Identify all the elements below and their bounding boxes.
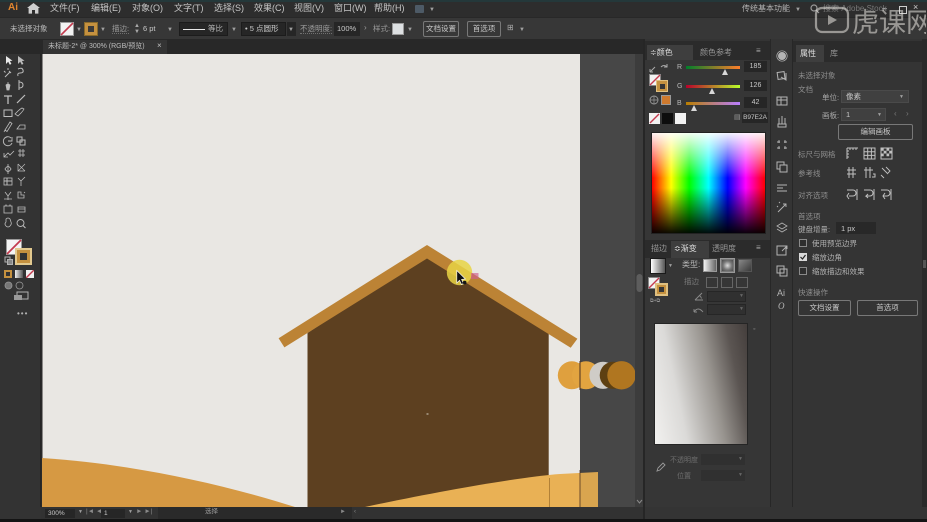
svg-text:虎课网: 虎课网 — [852, 8, 926, 35]
svg-text:O: O — [778, 301, 785, 310]
svg-text:Ai: Ai — [777, 288, 785, 298]
